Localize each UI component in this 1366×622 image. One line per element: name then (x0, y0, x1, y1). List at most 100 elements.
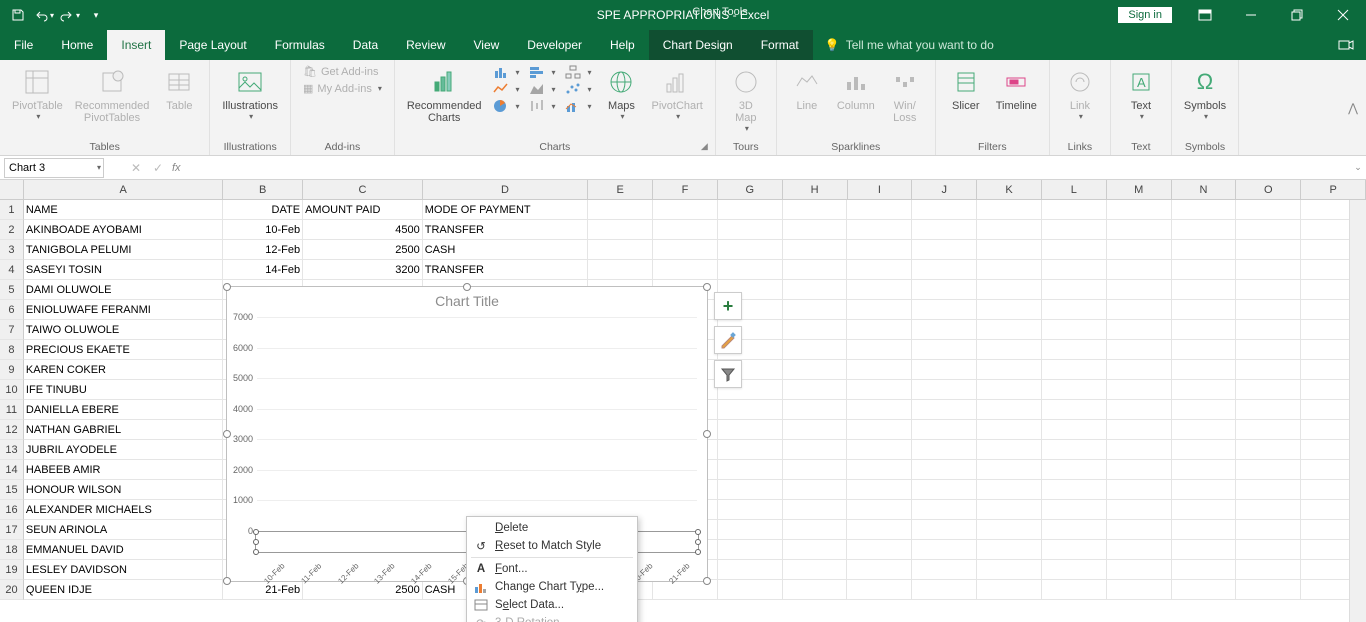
cell[interactable] (1042, 200, 1107, 220)
cell[interactable] (718, 260, 783, 280)
cell[interactable] (847, 460, 912, 480)
stock-chart-icon[interactable]: ▾ (525, 98, 559, 114)
cell[interactable]: NATHAN GABRIEL (24, 420, 223, 440)
cell[interactable] (1042, 460, 1107, 480)
cell[interactable] (783, 320, 848, 340)
cell[interactable] (1107, 240, 1172, 260)
cell[interactable] (1172, 480, 1237, 500)
cell[interactable] (1172, 520, 1237, 540)
cell[interactable] (1172, 460, 1237, 480)
cell[interactable] (847, 380, 912, 400)
cell[interactable] (977, 260, 1042, 280)
column-header[interactable]: H (783, 180, 848, 199)
cell[interactable] (1236, 220, 1301, 240)
cell[interactable] (1042, 240, 1107, 260)
cell[interactable] (783, 560, 848, 580)
slicer-button[interactable]: Slicer (944, 64, 988, 114)
cell[interactable] (1042, 320, 1107, 340)
my-addins-button[interactable]: ▦My Add-ins▾ (299, 81, 386, 96)
close-icon[interactable] (1320, 0, 1366, 30)
tab-data[interactable]: Data (339, 30, 392, 60)
cell[interactable] (912, 580, 977, 600)
pivottable-button[interactable]: PivotTable▾ (8, 64, 67, 123)
cell[interactable] (1107, 300, 1172, 320)
cancel-formula-icon[interactable]: ✕ (128, 161, 144, 175)
cell[interactable] (1172, 400, 1237, 420)
cell[interactable] (783, 500, 848, 520)
cell[interactable] (912, 360, 977, 380)
cell[interactable] (1042, 260, 1107, 280)
ctx-reset-to-match-style[interactable]: ↺Reset to Match Style (467, 537, 637, 555)
cell[interactable]: IFE TINUBU (24, 380, 223, 400)
cell[interactable] (977, 280, 1042, 300)
cell[interactable] (1172, 280, 1237, 300)
cell[interactable] (653, 260, 718, 280)
cell[interactable] (977, 380, 1042, 400)
cell[interactable] (718, 480, 783, 500)
namebox-dropdown-icon[interactable]: ▾ (97, 163, 101, 172)
table-button[interactable]: Table (157, 64, 201, 114)
cell[interactable] (783, 580, 848, 600)
cell[interactable] (847, 320, 912, 340)
fx-icon[interactable]: fx (172, 162, 181, 174)
cell[interactable] (847, 520, 912, 540)
cell[interactable] (1236, 460, 1301, 480)
cell[interactable] (847, 280, 912, 300)
cell[interactable] (1236, 580, 1301, 600)
cell[interactable]: 10-Feb (223, 220, 303, 240)
chart-filter-button[interactable] (714, 360, 742, 388)
cell[interactable]: DANIELLA EBERE (24, 400, 223, 420)
cell[interactable] (1042, 480, 1107, 500)
recommended-charts-button[interactable]: Recommended Charts (403, 64, 486, 126)
cell[interactable] (847, 560, 912, 580)
cell[interactable] (977, 500, 1042, 520)
cell[interactable] (1042, 300, 1107, 320)
cell[interactable] (783, 400, 848, 420)
tab-page-layout[interactable]: Page Layout (165, 30, 260, 60)
tab-review[interactable]: Review (392, 30, 459, 60)
cell[interactable] (1107, 440, 1172, 460)
cell[interactable] (1172, 560, 1237, 580)
cell[interactable] (1042, 380, 1107, 400)
column-header[interactable]: L (1042, 180, 1107, 199)
cell[interactable] (588, 240, 653, 260)
cell[interactable]: DAMI OLUWOLE (24, 280, 223, 300)
cell[interactable] (847, 580, 912, 600)
cell[interactable] (783, 200, 848, 220)
area-chart-icon[interactable]: ▾ (525, 81, 559, 97)
cell[interactable] (912, 520, 977, 540)
cell[interactable] (1172, 220, 1237, 240)
cell[interactable] (588, 260, 653, 280)
sparkline-column-button[interactable]: Column (833, 64, 879, 114)
tab-help[interactable]: Help (596, 30, 649, 60)
scatter-chart-icon[interactable]: ▾ (561, 81, 595, 97)
cell[interactable] (847, 260, 912, 280)
resize-handle[interactable] (223, 577, 231, 585)
column-header[interactable]: O (1236, 180, 1301, 199)
cell[interactable] (977, 340, 1042, 360)
row-header[interactable]: 8 (0, 340, 24, 360)
link-button[interactable]: Link▾ (1058, 64, 1102, 123)
row-header[interactable]: 11 (0, 400, 24, 420)
cell[interactable] (1107, 400, 1172, 420)
cell[interactable] (783, 380, 848, 400)
cell[interactable] (1236, 340, 1301, 360)
cell[interactable]: SEUN ARINOLA (24, 520, 223, 540)
tell-me-search[interactable]: 💡 Tell me what you want to do (813, 30, 1006, 60)
cell[interactable] (1172, 360, 1237, 380)
hierarchy-chart-icon[interactable]: ▾ (561, 64, 595, 80)
row-header[interactable]: 3 (0, 240, 24, 260)
cell[interactable] (1042, 580, 1107, 600)
column-header[interactable]: G (718, 180, 783, 199)
cell[interactable] (1172, 420, 1237, 440)
cell[interactable]: CASH (423, 240, 589, 260)
cell[interactable] (718, 520, 783, 540)
share-icon[interactable] (1326, 30, 1366, 60)
row-header[interactable]: 13 (0, 440, 24, 460)
cell[interactable] (718, 420, 783, 440)
cell[interactable] (847, 440, 912, 460)
cell[interactable] (912, 340, 977, 360)
cell[interactable]: QUEEN IDJE (24, 580, 223, 600)
cell[interactable] (1042, 400, 1107, 420)
cell[interactable] (1172, 340, 1237, 360)
